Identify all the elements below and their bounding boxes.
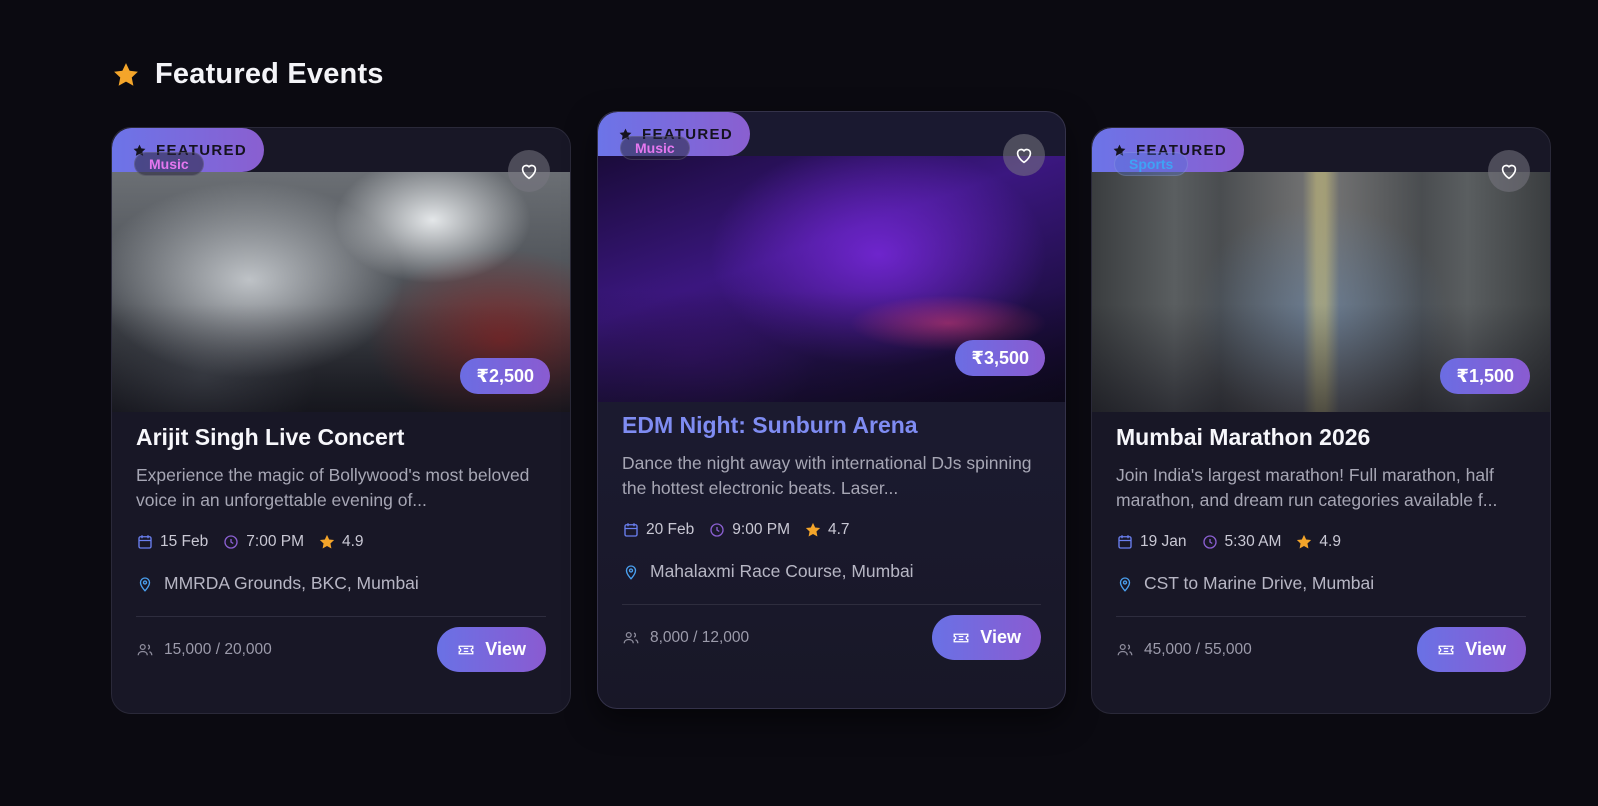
price-badge: ₹1,500: [1440, 358, 1530, 394]
calendar-icon: [138, 535, 152, 549]
location-pin-icon: [1119, 576, 1131, 592]
category-badge: Sports: [1114, 152, 1189, 176]
event-time: 5:30 AM: [1224, 533, 1282, 550]
users-icon: [623, 631, 639, 643]
event-rating: 4.7: [828, 521, 850, 538]
divider: [1116, 616, 1526, 617]
event-title[interactable]: Mumbai Marathon 2026: [1116, 424, 1526, 451]
price-badge: ₹3,500: [955, 340, 1045, 376]
event-location: Mahalaxmi Race Course, Mumbai: [650, 561, 914, 581]
ticket-icon: [458, 645, 474, 654]
view-button[interactable]: View: [1417, 627, 1526, 672]
star-icon: [114, 62, 138, 86]
clock-icon: [1202, 535, 1217, 549]
event-date: 20 Feb: [646, 521, 695, 538]
ticket-icon: [1438, 645, 1454, 654]
event-location: MMRDA Grounds, BKC, Mumbai: [164, 573, 419, 593]
location-pin-icon: [625, 564, 637, 580]
view-label: View: [485, 639, 526, 659]
divider: [136, 616, 546, 617]
view-button[interactable]: View: [932, 615, 1041, 660]
location-pin-icon: [139, 576, 151, 592]
heart-icon: [1016, 148, 1032, 164]
event-card[interactable]: FEATURED Music ₹3,500 EDM Night: Sunburn…: [597, 111, 1066, 709]
ticket-icon: [953, 633, 969, 642]
event-time: 7:00 PM: [246, 533, 304, 550]
event-title[interactable]: EDM Night: Sunburn Arena: [622, 412, 1041, 439]
section-title: Featured Events: [155, 58, 384, 90]
event-capacity: 15,000 / 20,000: [164, 640, 272, 658]
calendar-icon: [1118, 535, 1132, 549]
event-location: CST to Marine Drive, Mumbai: [1144, 573, 1375, 593]
section-header: Featured Events: [111, 58, 384, 91]
event-card[interactable]: FEATURED Music ₹2,500 Arijit Singh Live …: [111, 127, 571, 714]
event-time: 9:00 PM: [732, 521, 790, 538]
event-rating: 4.9: [1319, 533, 1341, 550]
star-icon: [319, 534, 335, 549]
view-button[interactable]: View: [437, 627, 546, 672]
clock-icon: [710, 523, 724, 537]
event-date: 19 Jan: [1140, 533, 1187, 550]
event-rating: 4.9: [342, 533, 364, 550]
event-capacity: 45,000 / 55,000: [1144, 640, 1252, 658]
view-label: View: [1465, 639, 1506, 659]
event-card[interactable]: FEATURED Sports ₹1,500 Mumbai Marathon 2…: [1091, 127, 1551, 714]
star-icon: [805, 522, 821, 537]
event-description: Experience the magic of Bollywood's most…: [136, 465, 530, 510]
heart-icon: [1501, 164, 1517, 180]
favorite-button[interactable]: [508, 150, 550, 192]
event-description: Join India's largest marathon! Full mara…: [1116, 465, 1498, 510]
users-icon: [1117, 643, 1133, 655]
users-icon: [137, 643, 153, 655]
favorite-button[interactable]: [1003, 134, 1045, 176]
price-badge: ₹2,500: [460, 358, 550, 394]
calendar-icon: [624, 523, 638, 537]
divider: [622, 604, 1041, 605]
event-title[interactable]: Arijit Singh Live Concert: [136, 424, 546, 451]
category-badge: Music: [620, 136, 690, 160]
event-date: 15 Feb: [160, 533, 209, 550]
favorite-button[interactable]: [1488, 150, 1530, 192]
clock-icon: [224, 535, 238, 549]
star-icon: [1297, 534, 1312, 549]
event-capacity: 8,000 / 12,000: [650, 628, 750, 646]
category-badge: Music: [134, 152, 204, 176]
heart-icon: [521, 164, 537, 180]
view-label: View: [980, 627, 1021, 647]
event-description: Dance the night away with international …: [622, 453, 1032, 498]
